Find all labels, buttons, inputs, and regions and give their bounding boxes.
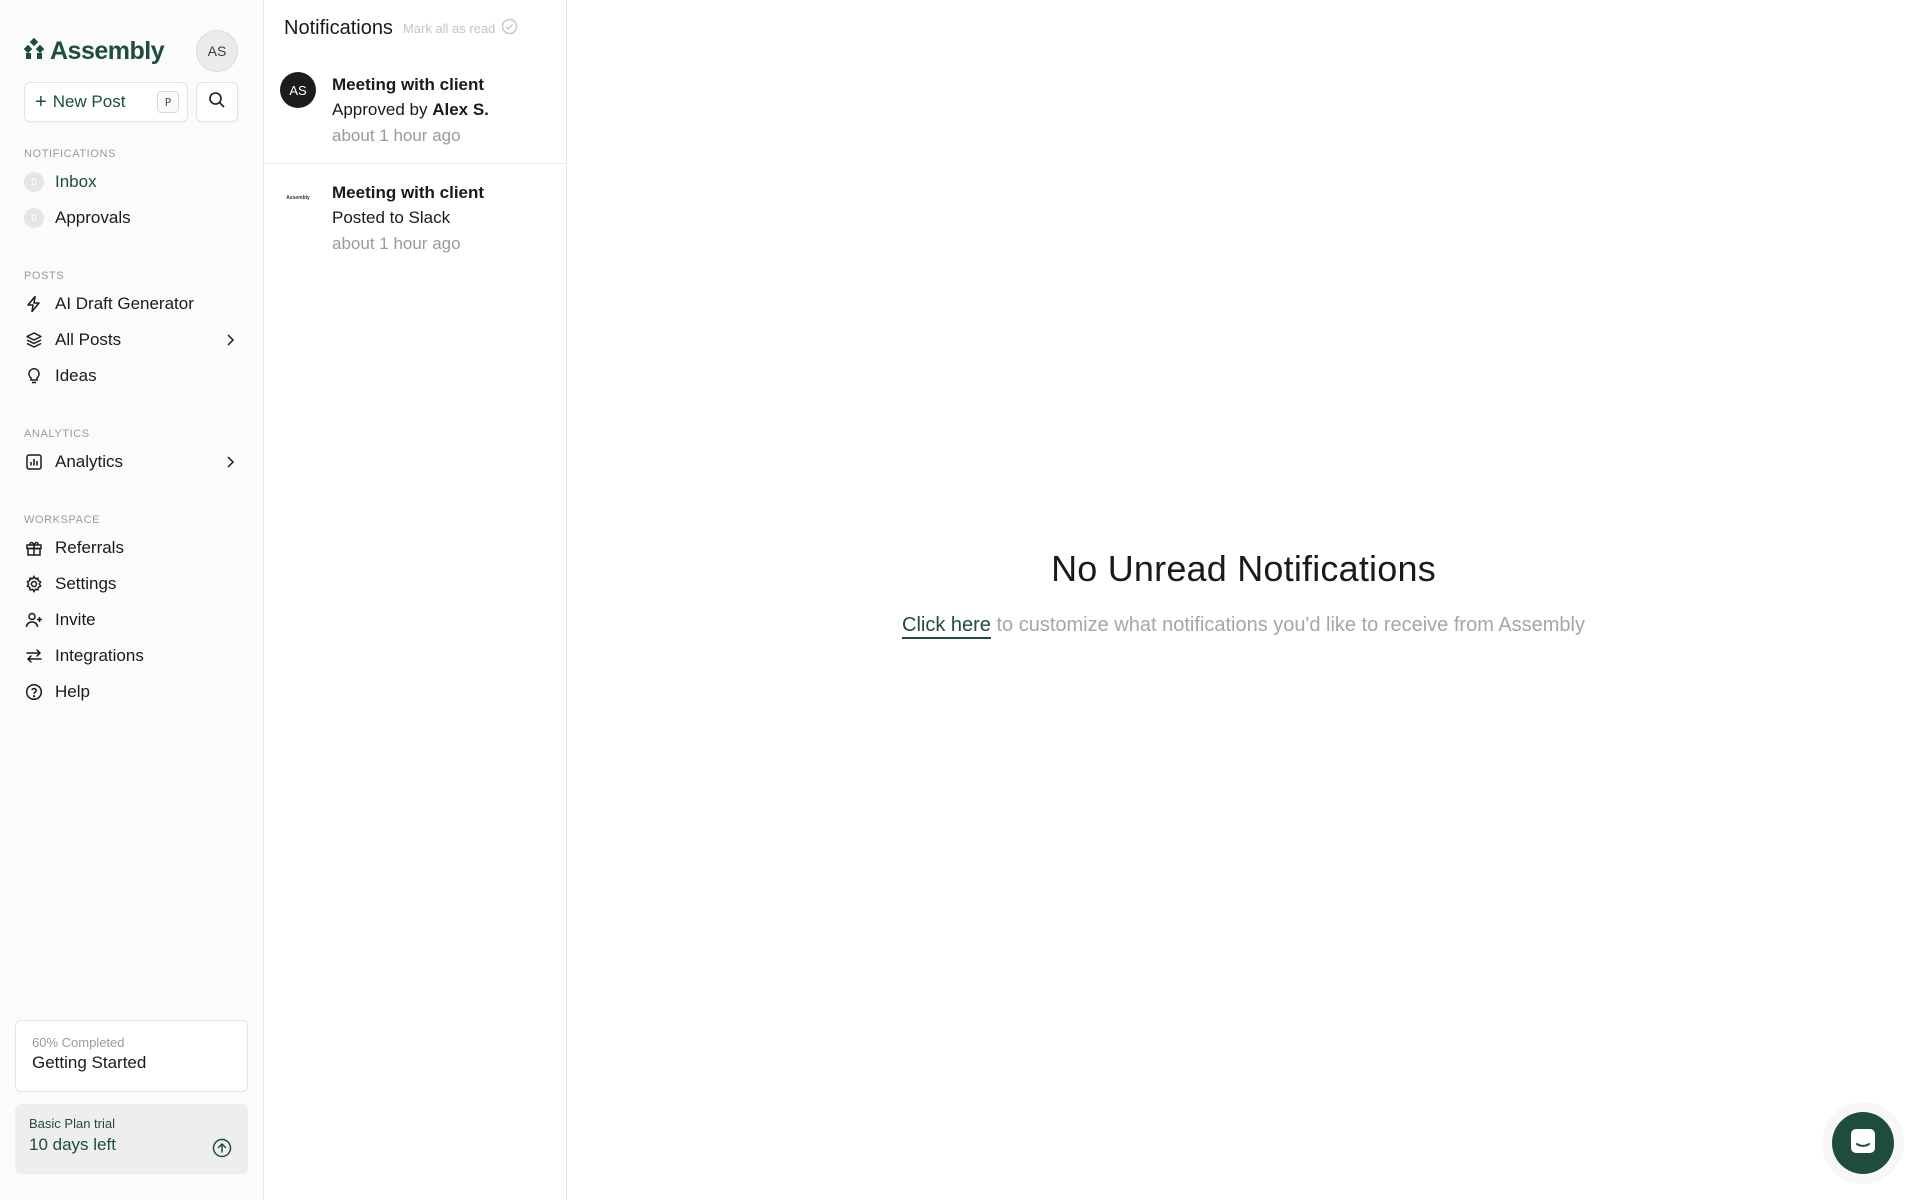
- sidebar-item-label: All Posts: [55, 330, 122, 349]
- lightning-icon: [24, 294, 44, 314]
- section-label-posts: POSTS: [24, 270, 65, 282]
- help-circle-icon: [24, 682, 44, 702]
- notification-title: Meeting with client: [332, 183, 485, 202]
- user-avatar[interactable]: AS: [196, 30, 238, 72]
- empty-state: No Unread Notifications Click here to cu…: [567, 548, 1920, 639]
- new-post-button[interactable]: + New Post P: [24, 82, 188, 122]
- section-label-workspace: WORKSPACE: [24, 514, 101, 526]
- nav-section-notifications: NOTIFICATIONS 0 Inbox 0 Approvals: [24, 146, 238, 236]
- empty-state-subtitle: Click here to customize what notificatio…: [567, 614, 1920, 639]
- sidebar-item-ai-draft-generator[interactable]: AI Draft Generator: [24, 286, 238, 322]
- notification-time: about 1 hour ago: [332, 126, 461, 145]
- sidebar-item-label: AI Draft Generator: [55, 294, 194, 313]
- notification-title: Meeting with client: [332, 75, 485, 94]
- bar-chart-icon: [24, 452, 44, 472]
- search-icon: [208, 91, 226, 114]
- approvals-count-badge: 0: [24, 208, 44, 228]
- chat-icon: [1848, 1126, 1878, 1161]
- section-label-analytics: ANALYTICS: [24, 428, 90, 440]
- sidebar-item-invite[interactable]: Invite: [24, 602, 238, 638]
- empty-state-rest-text: to customize what notifications you'd li…: [990, 614, 1585, 636]
- layers-icon: [24, 330, 44, 350]
- progress-title: Getting Started: [32, 1053, 147, 1072]
- nav-section-workspace: WORKSPACE Referrals Settings Invite Inte…: [24, 512, 238, 710]
- notification-detail: Posted to Slack: [332, 208, 451, 227]
- notifications-panel: Notifications Mark all as read AS Meetin…: [264, 0, 567, 1200]
- gift-icon: [24, 538, 44, 558]
- sidebar-item-inbox[interactable]: 0 Inbox: [24, 164, 238, 200]
- user-plus-icon: [24, 610, 44, 630]
- sidebar-item-label: Help: [55, 682, 90, 701]
- search-button[interactable]: [196, 82, 238, 122]
- sidebar-item-all-posts[interactable]: All Posts: [24, 322, 238, 358]
- check-circle-icon: [501, 18, 518, 38]
- getting-started-card[interactable]: 60% Completed Getting Started: [15, 1020, 248, 1092]
- plus-icon: +: [35, 91, 47, 113]
- chevron-right-icon: [222, 454, 238, 470]
- sidebar-item-label: Settings: [55, 574, 117, 593]
- sidebar-item-label: Integrations: [55, 646, 144, 665]
- sidebar-item-analytics[interactable]: Analytics: [24, 444, 238, 480]
- arrow-up-circle-icon: [212, 1138, 232, 1163]
- sidebar-item-ideas[interactable]: Ideas: [24, 358, 238, 394]
- sidebar-item-integrations[interactable]: Integrations: [24, 638, 238, 674]
- notification-time: about 1 hour ago: [332, 234, 461, 253]
- notification-actor: Alex S.: [432, 100, 489, 119]
- new-post-label: New Post: [52, 92, 126, 111]
- notifications-title: Notifications: [284, 16, 393, 39]
- app-root: Assembly AS + New Post P NOTIFICATIONS 0…: [0, 0, 1920, 1200]
- brand-logo[interactable]: Assembly: [23, 36, 165, 66]
- sidebar-item-settings[interactable]: Settings: [24, 566, 238, 602]
- notification-item[interactable]: AS Meeting with client Approved by Alex …: [264, 56, 566, 164]
- brand-row: Assembly AS: [23, 30, 238, 72]
- action-row: + New Post P: [24, 82, 238, 122]
- notification-avatar: AS: [280, 72, 316, 108]
- sidebar-item-label: Analytics: [55, 452, 124, 471]
- customize-notifications-link[interactable]: Click here: [902, 614, 991, 639]
- chevron-right-icon: [222, 332, 238, 348]
- nav-section-posts: POSTS AI Draft Generator All Posts Ideas: [24, 268, 238, 394]
- trial-card[interactable]: Basic Plan trial 10 days left: [15, 1104, 248, 1174]
- assembly-logo-icon: [23, 37, 45, 65]
- sidebar-item-label: Approvals: [55, 208, 131, 227]
- trial-caption: Basic Plan trial: [29, 1116, 115, 1131]
- progress-caption: 60% Completed: [32, 1035, 125, 1050]
- gear-icon: [24, 574, 44, 594]
- brand-name: Assembly: [50, 36, 165, 65]
- notification-item[interactable]: Assembly Meeting with client Posted to S…: [264, 164, 566, 272]
- assembly-mini-logo-text: Assembly: [286, 195, 310, 201]
- mark-all-read-button[interactable]: Mark all as read: [403, 18, 518, 38]
- new-post-shortcut: P: [157, 91, 179, 113]
- main-content: No Unread Notifications Click here to cu…: [567, 0, 1920, 1200]
- notifications-header: Notifications Mark all as read: [264, 0, 566, 56]
- sidebar-item-help[interactable]: Help: [24, 674, 238, 710]
- arrows-exchange-icon: [24, 646, 44, 666]
- trial-days-left: 10 days left: [29, 1135, 116, 1154]
- sidebar-item-approvals[interactable]: 0 Approvals: [24, 200, 238, 236]
- inbox-count-badge: 0: [24, 172, 44, 192]
- empty-state-title: No Unread Notifications: [1051, 548, 1436, 589]
- sidebar-item-referrals[interactable]: Referrals: [24, 530, 238, 566]
- mark-all-read-label: Mark all as read: [402, 20, 496, 36]
- nav-section-analytics: ANALYTICS Analytics: [24, 426, 238, 480]
- chat-launcher-button[interactable]: [1832, 1112, 1894, 1174]
- section-label-notifications: NOTIFICATIONS: [24, 148, 116, 160]
- sidebar-item-label: Referrals: [55, 538, 124, 557]
- lightbulb-icon: [24, 366, 44, 386]
- sidebar-item-label: Inbox: [55, 172, 97, 191]
- assembly-mini-logo-icon: Assembly: [280, 180, 316, 216]
- notification-detail: Approved by Alex S.: [332, 100, 489, 119]
- sidebar-item-label: Ideas: [55, 366, 97, 385]
- sidebar: Assembly AS + New Post P NOTIFICATIONS 0…: [0, 0, 264, 1200]
- sidebar-item-label: Invite: [55, 610, 96, 629]
